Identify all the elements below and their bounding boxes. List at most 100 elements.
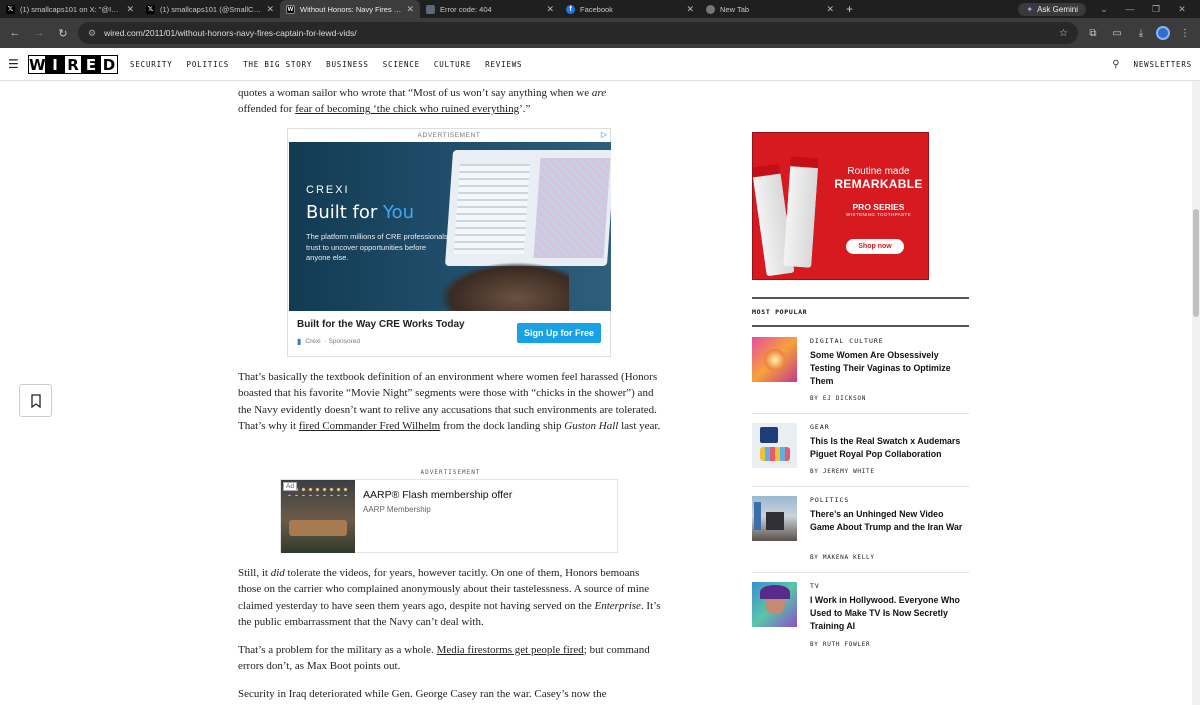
minimize-icon[interactable]: —: [1122, 4, 1138, 14]
article-category[interactable]: POLITICS: [810, 496, 849, 504]
article-headline[interactable]: There’s an Unhinged New Video Game About…: [810, 508, 967, 534]
adchoices-icon[interactable]: ▷: [601, 130, 607, 139]
address-bar[interactable]: ⚙ wired.com/2011/01/without-honors-navy-…: [78, 22, 1078, 44]
newsletters-link[interactable]: NEWSLETTERS: [1134, 60, 1192, 69]
sign-up-button[interactable]: Sign Up for Free: [516, 323, 601, 343]
logo-letter: W: [28, 54, 46, 74]
site-header: ☰ W I R E D SECURITY POLITICS THE BIG ST…: [0, 48, 1200, 81]
article-byline: BY EJ DICKSON: [810, 395, 867, 402]
article-headline[interactable]: Some Women Are Obsessively Testing Their…: [810, 349, 967, 388]
close-tab-icon[interactable]: ✕: [266, 4, 274, 15]
ad-headline[interactable]: AARP® Flash membership offer: [363, 489, 512, 501]
ask-gemini-label: Ask Gemini: [1037, 4, 1078, 14]
error-icon: [426, 4, 435, 14]
x-icon: 𝕏: [6, 4, 15, 14]
close-tab-icon[interactable]: ✕: [406, 4, 414, 15]
article-paragraph: That’s a problem for the military as a w…: [238, 644, 650, 673]
article-thumbnail[interactable]: [752, 337, 797, 382]
tab-search-icon[interactable]: ⌄: [1096, 4, 1112, 15]
browser-tab-3[interactable]: Error code: 404 ✕: [420, 0, 560, 18]
article-byline: BY RUTH FOWLER: [810, 641, 871, 648]
tab-title: Without Honors: Navy Fires Cap: [300, 4, 402, 14]
article-thumbnail[interactable]: [752, 582, 797, 627]
scrollbar-thumb[interactable]: [1193, 209, 1199, 317]
article-category[interactable]: DIGITAL CULTURE: [810, 337, 884, 345]
browser-tab-0[interactable]: 𝕏 (1) smallcaps101 on X: "@IG_N ✕: [0, 0, 140, 18]
hand-image: [439, 262, 569, 311]
colgate-ad[interactable]: Routine made REMARKABLE PRO SERIES WHITENI…: [752, 132, 929, 280]
menu-kebab-icon[interactable]: ⋮: [1176, 28, 1194, 39]
ad-creative[interactable]: CREXI Built for You The platform million…: [289, 142, 611, 311]
wired-logo[interactable]: W I R E D: [28, 54, 118, 74]
url-text: wired.com/2011/01/without-honors-navy-fi…: [104, 28, 357, 38]
article-paragraph: That’s basically the textbook definition…: [238, 371, 661, 432]
ad-label: ADVERTISEMENT: [417, 132, 481, 139]
browser-tab-5[interactable]: New Tab ✕: [700, 0, 840, 18]
logo-letter: I: [46, 54, 64, 74]
bookmark-star-icon[interactable]: ☆: [1059, 28, 1068, 39]
logo-letter: D: [100, 54, 118, 74]
browser-toolbar: ← → ↻ ⚙ wired.com/2011/01/without-honors…: [0, 18, 1200, 48]
nav-culture[interactable]: CULTURE: [434, 60, 471, 69]
crexi-ad[interactable]: ADVERTISEMENT ▷ CREXI Built for You The …: [287, 128, 611, 357]
browser-tab-2[interactable]: W Without Honors: Navy Fires Cap ✕: [280, 0, 420, 18]
close-tab-icon[interactable]: ✕: [686, 4, 694, 15]
article-headline[interactable]: I Work in Hollywood. Everyone Who Used t…: [810, 594, 967, 633]
article-link[interactable]: fired Commander Fred Wilhelm: [299, 420, 440, 432]
nav-security[interactable]: SECURITY: [130, 60, 173, 69]
close-tab-icon[interactable]: ✕: [826, 4, 834, 15]
article-paragraph: Still, it did tolerate the videos, for y…: [238, 567, 661, 628]
bookmark-icon: [30, 393, 41, 408]
nav-the-big-story[interactable]: THE BIG STORY: [243, 60, 312, 69]
divider: [752, 572, 969, 573]
shop-now-button[interactable]: Shop now: [846, 239, 904, 254]
close-tab-icon[interactable]: ✕: [126, 4, 134, 15]
article-thumbnail[interactable]: [752, 496, 797, 541]
ad-headline: Routine made REMARKABLE: [834, 166, 923, 191]
profile-avatar[interactable]: [1156, 26, 1170, 40]
user-account-icon[interactable]: ⚲: [1112, 59, 1119, 70]
article-byline: BY JEREMY WHITE: [810, 468, 875, 475]
article-line: offended for fear of becoming ‘the chick…: [238, 103, 531, 116]
chrome-icon: [706, 4, 715, 14]
cast-icon[interactable]: ▭: [1108, 28, 1126, 39]
aarp-ad[interactable]: Ad AARP® Flash membership offer AARP Mem…: [280, 479, 618, 553]
reload-icon[interactable]: ↻: [54, 27, 72, 40]
nav-business[interactable]: BUSINESS: [326, 60, 369, 69]
nav-reviews[interactable]: REVIEWS: [485, 60, 522, 69]
article-category[interactable]: TV: [810, 582, 820, 590]
toothpaste-image: [783, 156, 819, 268]
site-info-icon[interactable]: ⚙: [88, 28, 96, 39]
close-window-icon[interactable]: ✕: [1174, 4, 1190, 15]
restore-icon[interactable]: ❐: [1148, 4, 1164, 15]
hamburger-menu-icon[interactable]: ☰: [8, 57, 22, 71]
browser-tab-1[interactable]: 𝕏 (1) smallcaps101 (@SmallCaps1 ✕: [140, 0, 280, 18]
forward-arrow-icon[interactable]: →: [30, 27, 48, 39]
save-bookmark-button[interactable]: [19, 384, 52, 417]
article-link[interactable]: fear of becoming ‘the chick who ruined e…: [295, 103, 519, 115]
article-line: quotes a woman sailor who wrote that “Mo…: [238, 87, 607, 99]
tab-title: (1) smallcaps101 (@SmallCaps1: [160, 4, 262, 14]
tab-title: New Tab: [720, 4, 750, 14]
download-icon[interactable]: ⤓: [1132, 28, 1150, 39]
page-scrollbar[interactable]: [1192, 81, 1200, 705]
close-tab-icon[interactable]: ✕: [546, 4, 554, 15]
extensions-icon[interactable]: ⧉: [1084, 28, 1102, 39]
browser-tab-strip: 𝕏 (1) smallcaps101 on X: "@IG_N ✕ 𝕏 (1) …: [0, 0, 1200, 18]
most-popular-title: MOST POPULAR: [752, 308, 969, 327]
article-category[interactable]: GEAR: [810, 423, 830, 431]
gemini-sparkle-icon: ✦: [1026, 4, 1034, 14]
article-thumbnail[interactable]: [752, 423, 797, 468]
article-link[interactable]: Media firestorms get people fired: [437, 644, 584, 656]
article-headline[interactable]: This Is the Real Swatch x Audemars Pigue…: [810, 435, 967, 461]
browser-tab-4[interactable]: f Facebook ✕: [560, 0, 700, 18]
laptop-image: [444, 150, 611, 266]
ad-footer-title: Built for the Way CRE Works Today: [297, 319, 465, 330]
nav-politics[interactable]: POLITICS: [187, 60, 230, 69]
new-tab-button[interactable]: +: [846, 2, 853, 16]
ask-gemini-button[interactable]: ✦ Ask Gemini: [1018, 2, 1086, 16]
back-arrow-icon[interactable]: ←: [6, 27, 24, 39]
main-nav: SECURITY POLITICS THE BIG STORY BUSINESS…: [130, 60, 522, 69]
nav-science[interactable]: SCIENCE: [383, 60, 420, 69]
crexi-brand: CREXI: [306, 184, 350, 196]
